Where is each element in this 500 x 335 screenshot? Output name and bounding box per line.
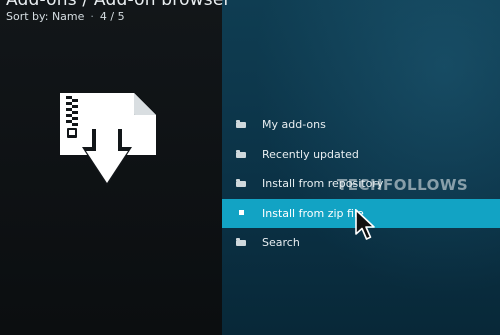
- zip-file-install-icon: [60, 93, 156, 186]
- sort-label[interactable]: Sort by: Name: [6, 10, 84, 23]
- mouse-pointer-icon: [355, 209, 375, 240]
- folder-icon: [236, 119, 247, 129]
- menu-item-label: Install from zip file: [262, 206, 364, 220]
- menu-item-label: My add-ons: [262, 118, 326, 131]
- folder-icon: [236, 237, 247, 247]
- item-position: 4 / 5: [99, 10, 125, 23]
- watermark: TECHFOLLOWS: [337, 176, 469, 194]
- separator-dot: ·: [90, 10, 94, 23]
- menu-item-recently-updated[interactable]: Recently updated: [222, 140, 500, 170]
- folder-icon: [236, 178, 247, 188]
- folder-icon: [236, 149, 247, 159]
- page-title: Add-ons / Add-on browser: [6, 0, 231, 10]
- menu-item-label: Search: [262, 236, 300, 249]
- bullet-icon: [236, 208, 247, 218]
- menu-item-my-addons[interactable]: My add-ons: [222, 110, 500, 140]
- menu-item-label: Recently updated: [262, 147, 359, 161]
- sort-info: Sort by: Name · 4 / 5: [6, 10, 125, 23]
